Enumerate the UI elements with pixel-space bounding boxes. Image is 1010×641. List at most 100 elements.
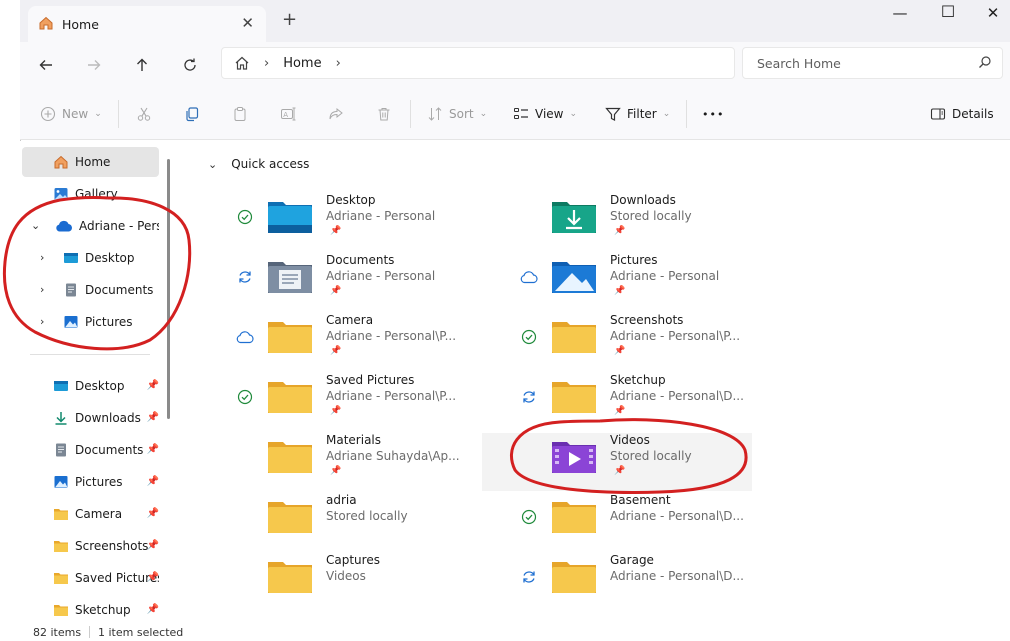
quick-access-item-desktop[interactable]: Desktop Adriane - Personal 📌 bbox=[237, 193, 538, 251]
synced-check-icon bbox=[521, 329, 537, 345]
more-options-button[interactable]: ••• bbox=[702, 102, 724, 126]
pin-icon[interactable]: 📌 bbox=[147, 412, 159, 423]
item-location: Adriane - Personal\D... bbox=[610, 509, 744, 523]
copy-button[interactable] bbox=[184, 102, 200, 126]
pin-icon[interactable]: 📌 bbox=[147, 540, 159, 551]
sidebar-pinned-screenshots[interactable]: Screenshots 📌 bbox=[22, 531, 159, 561]
back-button[interactable] bbox=[32, 52, 60, 78]
pin-icon: 📌 bbox=[614, 406, 626, 416]
close-window-button[interactable]: ✕ bbox=[970, 4, 1010, 22]
sidebar-scrollbar[interactable] bbox=[167, 159, 170, 419]
sort-button[interactable]: Sort ⌄ bbox=[427, 102, 487, 126]
sidebar-pinned-downloads[interactable]: Downloads 📌 bbox=[22, 403, 159, 433]
item-location: Adriane - Personal bbox=[326, 269, 436, 283]
tab-close-icon[interactable]: ✕ bbox=[241, 14, 254, 32]
pin-icon[interactable]: 📌 bbox=[147, 444, 159, 455]
refresh-button[interactable] bbox=[176, 52, 204, 78]
folder-icon bbox=[552, 379, 596, 416]
chevron-down-icon[interactable]: ⌄ bbox=[208, 158, 217, 171]
item-name: Desktop bbox=[326, 193, 376, 207]
cut-button[interactable] bbox=[136, 102, 152, 126]
chevron-down-icon[interactable]: ⌄ bbox=[31, 219, 40, 232]
rename-button[interactable]: A bbox=[280, 102, 296, 126]
quick-access-item-sketchup[interactable]: Sketchup Adriane - Personal\D... 📌 bbox=[523, 373, 822, 431]
quick-access-header[interactable]: ⌄ Quick access bbox=[208, 157, 309, 171]
quick-access-item-documents[interactable]: Documents Adriane - Personal 📌 bbox=[239, 253, 538, 311]
filter-button[interactable]: Filter ⌄ bbox=[605, 102, 670, 126]
pin-icon: 📌 bbox=[330, 406, 342, 416]
home-icon bbox=[38, 15, 54, 34]
sidebar-item-home[interactable]: Home bbox=[22, 147, 159, 177]
sidebar-item-label: Downloads bbox=[75, 411, 141, 425]
videos-folder-icon bbox=[552, 439, 596, 476]
downloads-folder-icon bbox=[552, 199, 596, 236]
address-field[interactable]: › Home › bbox=[221, 47, 735, 79]
sidebar-item-label: Home bbox=[75, 155, 111, 169]
chevron-down-icon: ⌄ bbox=[94, 109, 102, 119]
maximize-button[interactable]: ☐ bbox=[925, 2, 971, 21]
filter-icon bbox=[605, 107, 621, 121]
pin-icon: 📌 bbox=[614, 286, 626, 296]
up-button[interactable] bbox=[128, 52, 156, 78]
sidebar-pinned-saved-pictures[interactable]: Saved Pictures 📌 bbox=[22, 563, 159, 593]
quick-access-item-screenshots[interactable]: Screenshots Adriane - Personal\P... 📌 bbox=[521, 313, 822, 371]
quick-access-item-captures[interactable]: Captures Videos bbox=[268, 553, 538, 611]
sidebar-item-desktop[interactable]: › Desktop bbox=[22, 243, 159, 273]
item-name: Materials bbox=[326, 433, 382, 447]
synced-check-icon bbox=[521, 509, 537, 525]
sidebar-pinned-sketchup[interactable]: Sketchup 📌 bbox=[22, 595, 159, 625]
view-button[interactable]: View ⌄ bbox=[513, 102, 577, 126]
folder-icon bbox=[53, 507, 69, 521]
sidebar-item-pictures[interactable]: › Pictures bbox=[22, 307, 159, 337]
pin-icon[interactable]: 📌 bbox=[147, 572, 159, 583]
chevron-right-icon[interactable]: › bbox=[40, 315, 44, 328]
synced-check-icon bbox=[237, 389, 253, 405]
breadcrumb-home[interactable]: Home bbox=[283, 56, 321, 71]
sidebar-item-gallery[interactable]: Gallery bbox=[22, 179, 159, 209]
tab-home[interactable]: Home ✕ bbox=[28, 6, 266, 42]
quick-access-item-downloads[interactable]: Downloads Stored locally 📌 bbox=[552, 193, 822, 251]
quick-access-item-garage[interactable]: Garage Adriane - Personal\D... bbox=[523, 553, 822, 611]
share-button[interactable] bbox=[328, 102, 344, 126]
sync-status bbox=[236, 328, 254, 346]
new-tab-button[interactable]: + bbox=[282, 9, 297, 30]
chevron-right-icon[interactable]: › bbox=[40, 251, 44, 264]
pin-icon[interactable]: 📌 bbox=[147, 476, 159, 487]
sync-status bbox=[520, 508, 538, 526]
quick-access-item-saved-pictures[interactable]: Saved Pictures Adriane - Personal\P... 📌 bbox=[237, 373, 538, 431]
sidebar-item-onedrive[interactable]: ⌄ Adriane - Personal bbox=[22, 211, 159, 241]
delete-button[interactable] bbox=[376, 102, 392, 126]
paste-button[interactable] bbox=[232, 102, 248, 126]
quick-access-item-basement[interactable]: Basement Adriane - Personal\D... bbox=[521, 493, 822, 551]
pin-icon[interactable]: 📌 bbox=[147, 604, 159, 615]
filter-label: Filter bbox=[627, 107, 657, 121]
onedrive-cloud-icon bbox=[55, 219, 73, 233]
item-count: 82 items bbox=[33, 626, 82, 639]
sidebar-pinned-pictures[interactable]: Pictures 📌 bbox=[22, 467, 159, 497]
sidebar-item-label: Sketchup bbox=[75, 603, 131, 617]
sidebar-pinned-camera[interactable]: Camera 📌 bbox=[22, 499, 159, 529]
svg-text:A: A bbox=[283, 111, 288, 119]
pin-icon[interactable]: 📌 bbox=[147, 508, 159, 519]
quick-access-item-adria[interactable]: adria Stored locally bbox=[268, 493, 538, 551]
quick-access-item-videos[interactable]: Videos Stored locally 📌 bbox=[482, 433, 752, 491]
gallery-icon bbox=[53, 186, 69, 202]
minimize-button[interactable]: — bbox=[877, 4, 923, 22]
quick-access-item-pictures[interactable]: Pictures Adriane - Personal 📌 bbox=[520, 253, 822, 311]
sidebar-item-documents[interactable]: › Documents bbox=[22, 275, 159, 305]
sidebar-pinned-documents[interactable]: Documents 📌 bbox=[22, 435, 159, 465]
chevron-right-icon[interactable]: › bbox=[336, 56, 341, 71]
sidebar-item-label: Pictures bbox=[75, 475, 123, 489]
chevron-right-icon[interactable]: › bbox=[40, 283, 44, 296]
item-name: Saved Pictures bbox=[326, 373, 415, 387]
sidebar-item-label: Screenshots bbox=[75, 539, 149, 553]
forward-button[interactable] bbox=[80, 52, 108, 78]
search-input[interactable]: Search Home bbox=[742, 47, 1003, 79]
details-button[interactable]: Details bbox=[930, 102, 994, 126]
pin-icon: 📌 bbox=[330, 226, 342, 236]
new-button[interactable]: New ⌄ bbox=[40, 102, 102, 126]
quick-access-item-camera[interactable]: Camera Adriane - Personal\P... 📌 bbox=[236, 313, 538, 371]
sort-icon bbox=[428, 107, 442, 121]
pin-icon[interactable]: 📌 bbox=[147, 380, 159, 391]
sidebar-pinned-desktop[interactable]: Desktop 📌 bbox=[22, 371, 159, 401]
